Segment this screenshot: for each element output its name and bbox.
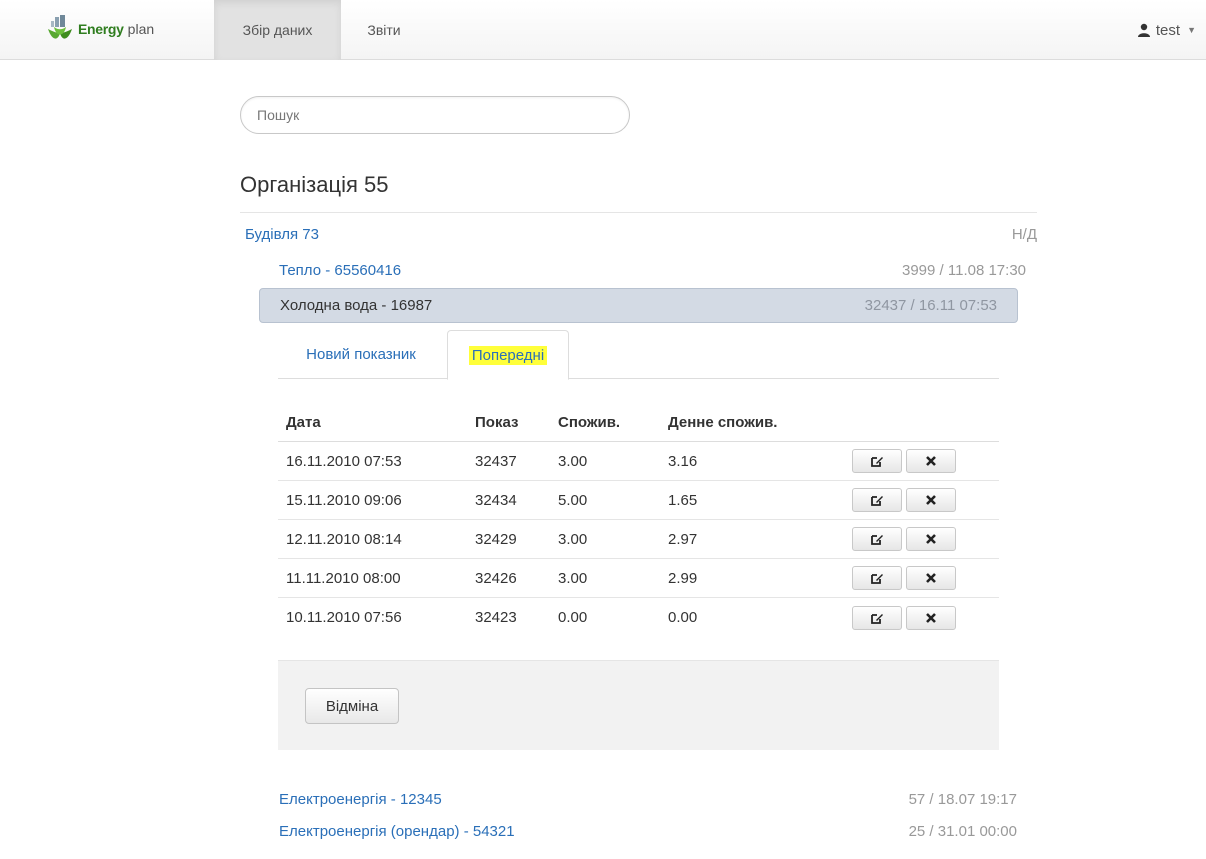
form-actions-panel: Відміна xyxy=(278,660,999,750)
cell-date: 10.11.2010 07:56 xyxy=(286,609,402,626)
tab-previous-label: Попередні xyxy=(468,345,548,365)
reading-tabs: Новий показник Попередні xyxy=(278,330,999,380)
meter-heat-link[interactable]: Тепло - 65560416 xyxy=(279,262,401,279)
building-status: Н/Д xyxy=(1011,226,1037,243)
delete-button[interactable] xyxy=(906,605,956,630)
divider xyxy=(240,212,1037,213)
delete-button[interactable] xyxy=(906,566,956,590)
navbar: Energy plan Збір даних Звіти test ▼ xyxy=(0,0,1206,60)
edit-button[interactable] xyxy=(852,605,902,630)
edit-icon xyxy=(871,613,883,624)
user-menu[interactable]: test ▼ xyxy=(1137,0,1196,60)
brand-name-plan: plan xyxy=(127,21,155,37)
cell-daily-consumption: 3.16 xyxy=(668,452,698,470)
meter-cold-water-selected[interactable]: Холодна вода - 16987 32437 / 16.11 07:53 xyxy=(259,288,1018,323)
cell-consumption: 3.00 xyxy=(558,452,588,470)
table-row: 15.11.2010 09:06 32434 5.00 1.65 xyxy=(278,481,999,520)
close-icon xyxy=(926,456,936,466)
edit-button[interactable] xyxy=(852,566,902,590)
delete-button[interactable] xyxy=(906,488,956,512)
close-icon xyxy=(926,495,936,505)
meter-cold-water-label: Холодна вода - 16987 xyxy=(280,297,433,314)
header-daily-consumption: Денне спожив. xyxy=(668,414,778,431)
edit-icon xyxy=(871,496,883,506)
table-header: Дата Показ Спожив. Денне спожив. xyxy=(278,404,999,442)
meter-electricity-rent-value: 25 / 31.01 00:00 xyxy=(908,823,1017,840)
cell-consumption: 0.00 xyxy=(558,609,588,626)
cell-reading: 32437 xyxy=(475,452,517,470)
edit-icon xyxy=(871,535,883,545)
edit-button[interactable] xyxy=(852,449,902,473)
meter-heat-value: 3999 / 11.08 17:30 xyxy=(902,262,1026,279)
cell-daily-consumption: 2.99 xyxy=(668,569,698,587)
user-icon xyxy=(1137,23,1150,37)
readings-table: Дата Показ Спожив. Денне спожив. 16.11.2… xyxy=(278,404,999,637)
caret-down-icon: ▼ xyxy=(1187,25,1196,35)
cell-date: 12.11.2010 08:14 xyxy=(286,530,402,548)
organization-title: Організація 55 xyxy=(240,172,389,197)
close-icon xyxy=(926,534,936,544)
cell-consumption: 5.00 xyxy=(558,491,588,509)
header-date: Дата xyxy=(286,414,321,431)
brand-name-energy: Energy xyxy=(78,21,124,37)
edit-icon xyxy=(871,457,883,467)
table-row: 12.11.2010 08:14 32429 3.00 2.97 xyxy=(278,520,999,559)
edit-icon xyxy=(871,574,883,584)
cell-date: 16.11.2010 07:53 xyxy=(286,452,402,470)
nav-tab-reports[interactable]: Звіти xyxy=(345,0,423,60)
cancel-button[interactable]: Відміна xyxy=(305,688,399,724)
user-name: test xyxy=(1155,21,1181,39)
cell-reading: 32423 xyxy=(475,609,517,626)
cell-reading: 32426 xyxy=(475,569,517,587)
cell-date: 15.11.2010 09:06 xyxy=(286,491,402,509)
nav-tab-data-collection[interactable]: Збір даних xyxy=(214,0,341,60)
meter-electricity-link[interactable]: Електроенергія - 12345 xyxy=(279,791,442,808)
cell-daily-consumption: 2.97 xyxy=(668,530,698,548)
cell-date: 11.11.2010 08:00 xyxy=(286,569,401,587)
cell-consumption: 3.00 xyxy=(558,530,588,548)
edit-button[interactable] xyxy=(852,488,902,512)
brand-logo[interactable]: Energy plan xyxy=(46,14,154,44)
delete-button[interactable] xyxy=(906,449,956,473)
cell-consumption: 3.00 xyxy=(558,569,588,587)
cell-daily-consumption: 0.00 xyxy=(668,609,698,626)
meter-electricity-value: 57 / 18.07 19:17 xyxy=(908,791,1017,808)
tab-new-reading[interactable]: Новий показник xyxy=(278,330,444,379)
table-row: 10.11.2010 07:56 32423 0.00 0.00 xyxy=(278,598,999,637)
cell-reading: 32434 xyxy=(475,491,517,509)
search-input[interactable] xyxy=(240,96,630,134)
header-reading: Показ xyxy=(475,414,519,431)
cell-reading: 32429 xyxy=(475,530,517,548)
cell-daily-consumption: 1.65 xyxy=(668,491,698,509)
close-icon xyxy=(926,573,936,583)
edit-button[interactable] xyxy=(852,527,902,551)
meter-cold-water-value: 32437 / 16.11 07:53 xyxy=(864,297,997,314)
building-link[interactable]: Будівля 73 xyxy=(245,226,319,243)
delete-button[interactable] xyxy=(906,527,956,551)
table-row: 11.11.2010 08:00 32426 3.00 2.99 xyxy=(278,559,999,598)
meter-electricity-rent-link[interactable]: Електроенергія (орендар) - 54321 xyxy=(279,823,515,840)
energyplan-logo-icon xyxy=(48,15,72,39)
table-row: 16.11.2010 07:53 32437 3.00 3.16 xyxy=(278,442,999,481)
tab-previous[interactable]: Попередні xyxy=(447,330,569,380)
close-icon xyxy=(926,612,936,623)
header-consumption: Спожив. xyxy=(558,414,621,431)
